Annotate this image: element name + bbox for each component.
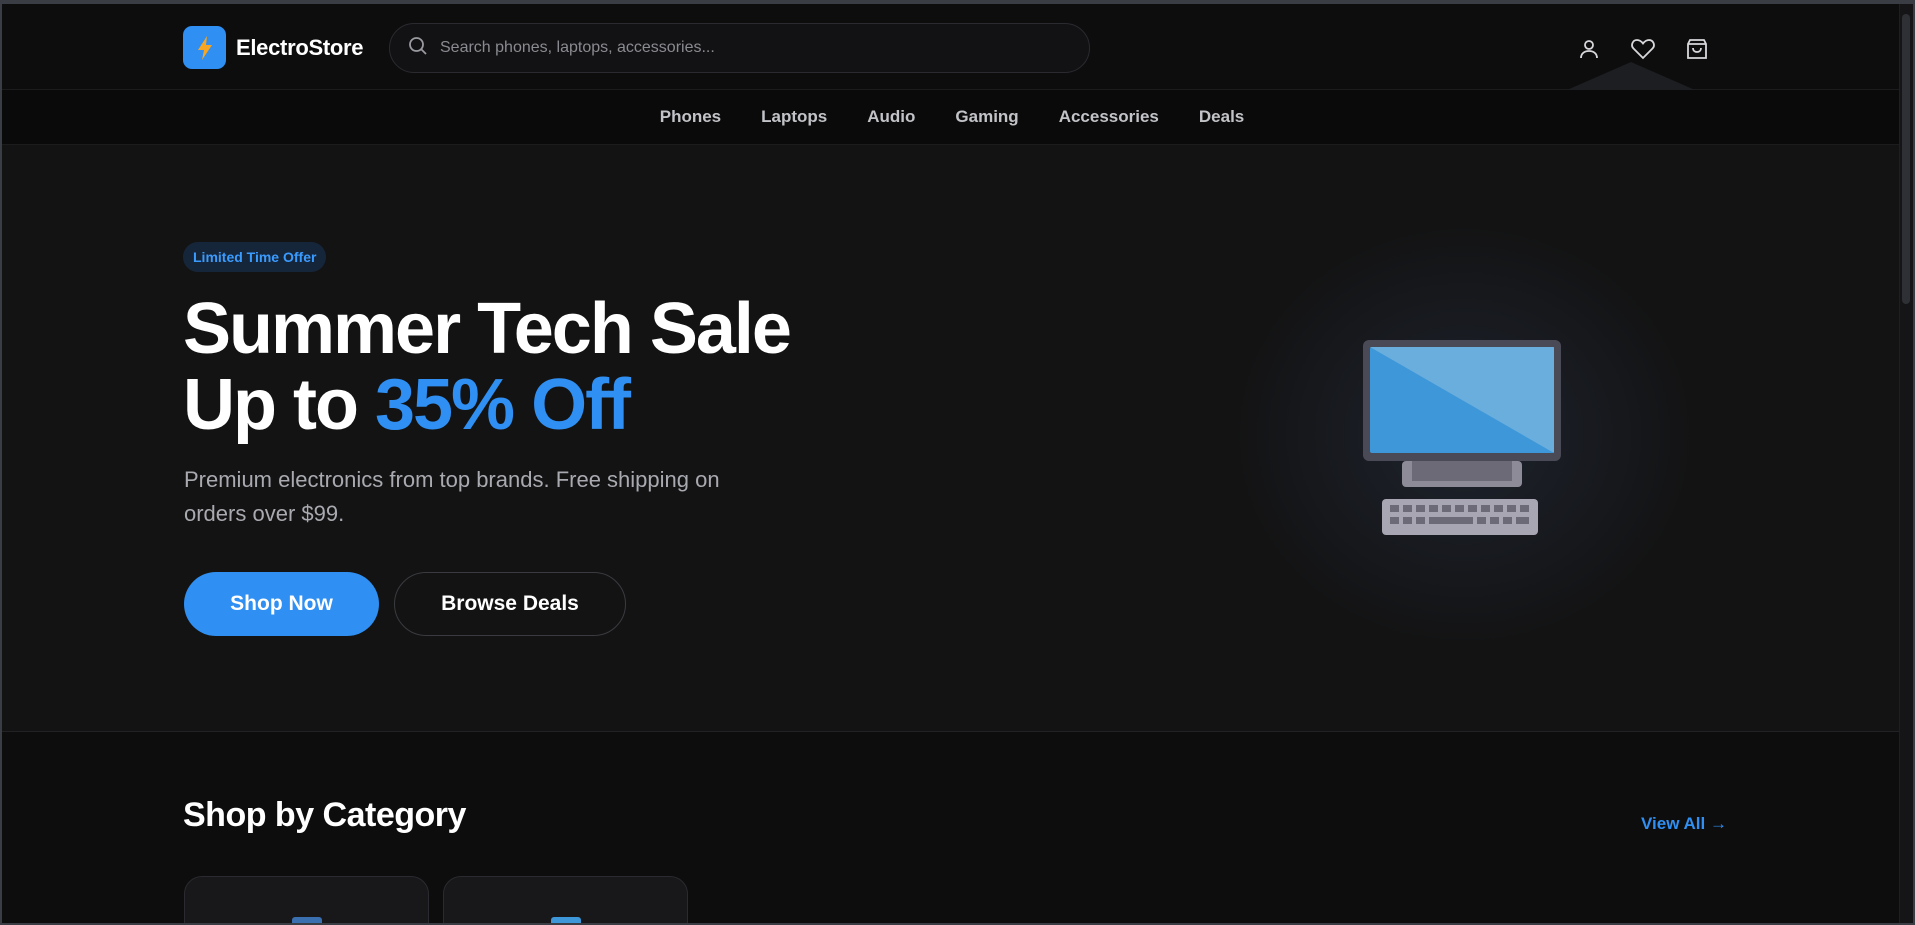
offer-badge: Limited Time Offer bbox=[183, 242, 327, 272]
shopping-bag-icon[interactable] bbox=[1682, 34, 1712, 64]
hero-title: Summer Tech Sale Up to 35% Off bbox=[183, 289, 792, 445]
hero-title-discount: 35% Off bbox=[374, 365, 631, 445]
header-actions bbox=[1574, 34, 1712, 64]
hero-subtitle: Premium electronics from top brands. Fre… bbox=[184, 467, 720, 526]
search-input[interactable] bbox=[440, 39, 1040, 57]
nav-item-deals[interactable]: Deals bbox=[1199, 107, 1244, 127]
search-bar[interactable] bbox=[389, 23, 1090, 73]
nav-item-phones[interactable]: Phones bbox=[660, 107, 721, 127]
logo-text: ElectroStore bbox=[236, 34, 364, 60]
category-card[interactable] bbox=[443, 876, 688, 923]
category-thumbnail bbox=[292, 917, 322, 923]
scrollbar-thumb[interactable] bbox=[1902, 14, 1910, 304]
hero-title-line1: Summer Tech Sale bbox=[183, 289, 792, 369]
nav-item-accessories[interactable]: Accessories bbox=[1059, 107, 1159, 127]
nav-item-audio[interactable]: Audio bbox=[867, 107, 915, 127]
hero-banner: Limited Time Offer Summer Tech Sale Up t… bbox=[2, 145, 1902, 732]
category-thumbnail bbox=[551, 917, 581, 923]
scrollbar[interactable] bbox=[1899, 4, 1913, 923]
lightning-bolt-icon bbox=[183, 26, 226, 69]
category-nav: Phones Laptops Audio Gaming Accessories … bbox=[2, 90, 1902, 145]
nav-item-gaming[interactable]: Gaming bbox=[955, 107, 1018, 127]
hero-title-line2-prefix: Up to bbox=[183, 365, 375, 445]
browse-deals-button[interactable]: Browse Deals bbox=[394, 572, 626, 636]
nav-item-laptops[interactable]: Laptops bbox=[761, 107, 827, 127]
site-header: ElectroStore bbox=[2, 4, 1902, 90]
shop-now-button[interactable]: Shop Now bbox=[184, 572, 379, 636]
dropdown-notch bbox=[1567, 62, 1695, 90]
logo[interactable]: ElectroStore bbox=[183, 26, 364, 69]
section-title-categories: Shop by Category bbox=[183, 796, 466, 834]
browser-viewport: ElectroStore Search phones, laptops, acc… bbox=[0, 0, 1915, 925]
desktop-computer-icon bbox=[1362, 339, 1562, 544]
category-card[interactable] bbox=[184, 876, 429, 923]
search-icon bbox=[408, 36, 428, 61]
heart-icon[interactable] bbox=[1628, 34, 1658, 64]
view-all-link[interactable]: View All → bbox=[1641, 814, 1727, 834]
user-icon[interactable] bbox=[1574, 34, 1604, 64]
